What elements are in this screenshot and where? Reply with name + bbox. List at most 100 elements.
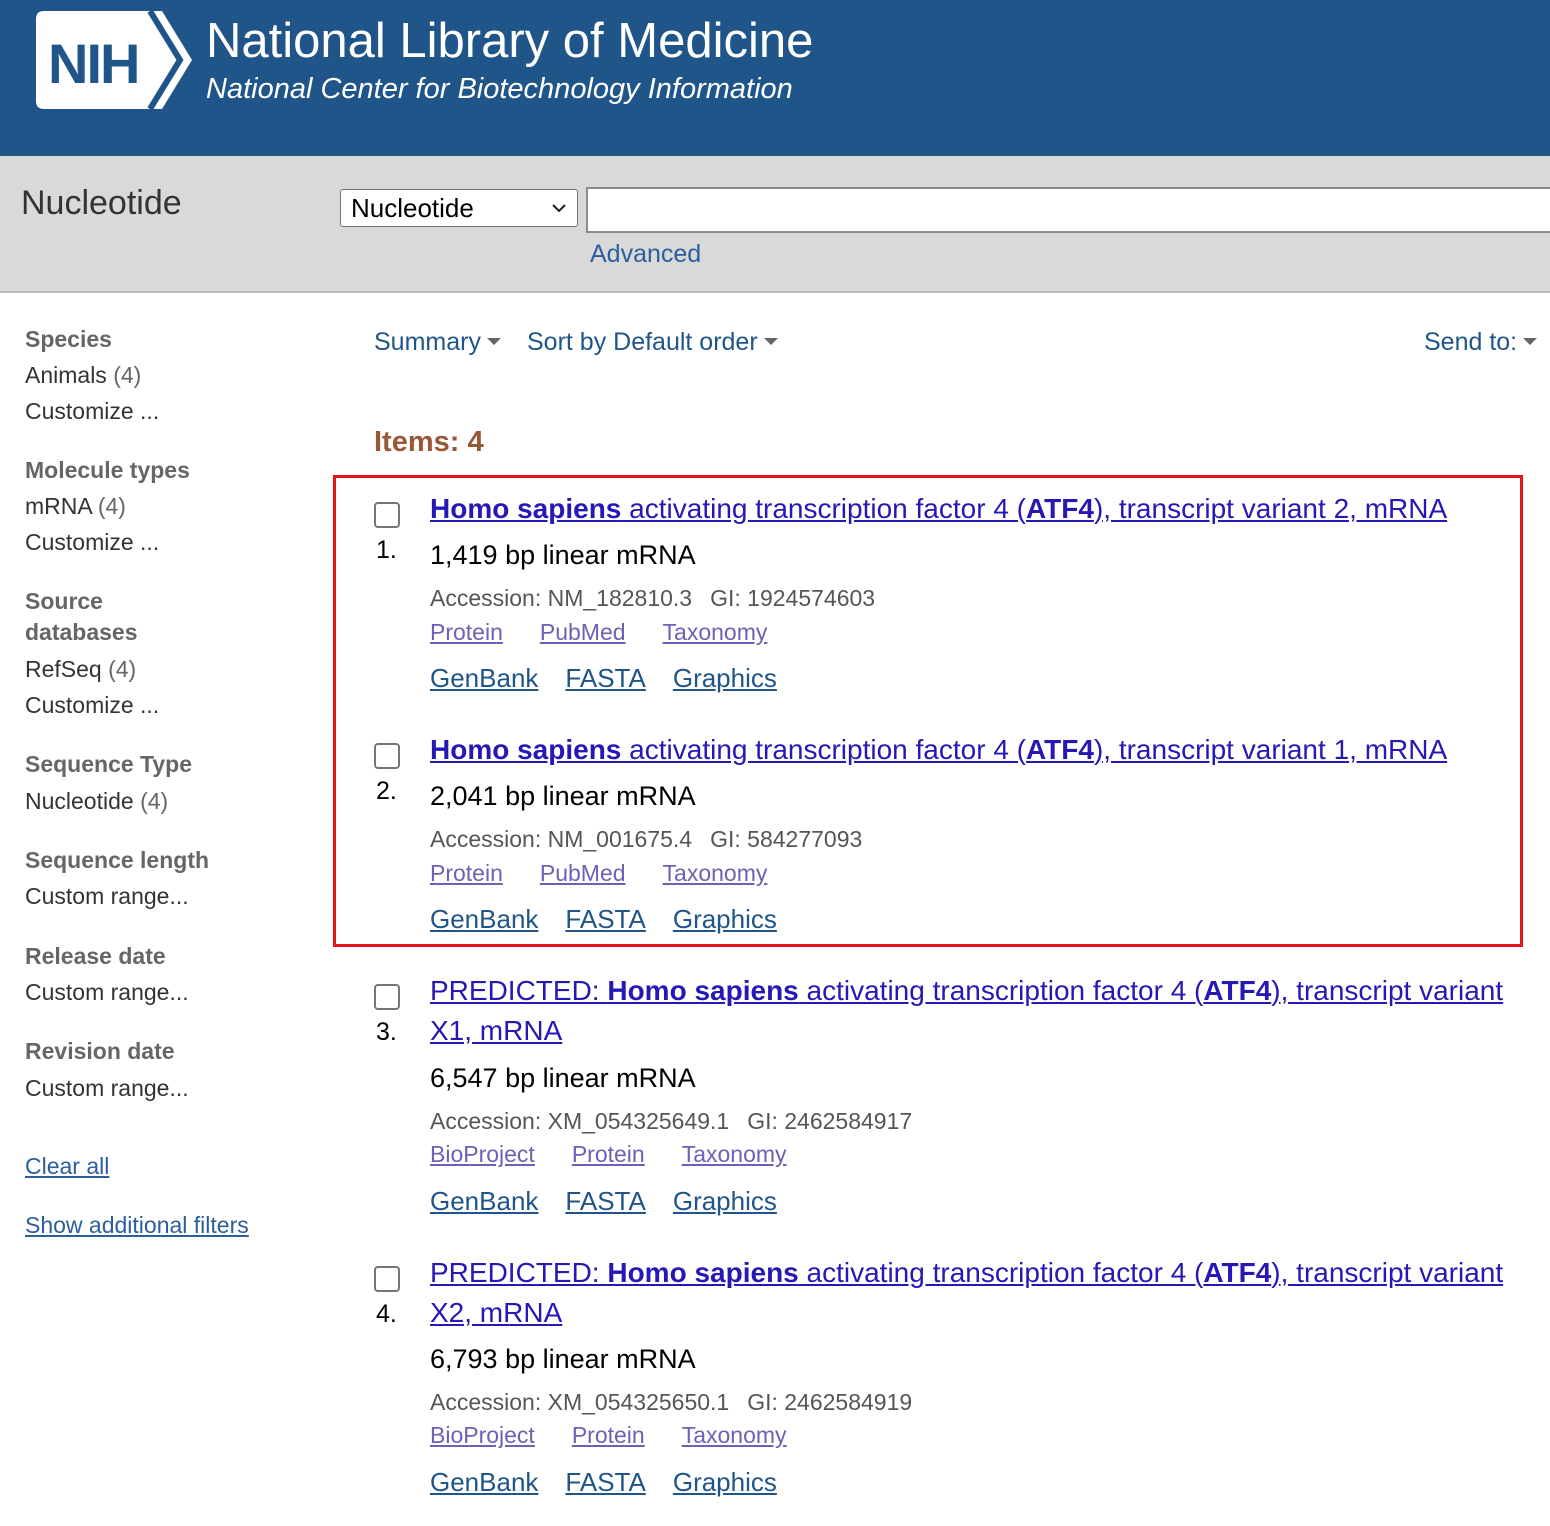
result-title-link[interactable]: Homo sapiens activating transcription fa… — [430, 489, 1545, 529]
related-links: Protein PubMed Taxonomy — [430, 860, 804, 887]
result-title-link[interactable]: Homo sapiens activating transcription fa… — [430, 730, 1545, 770]
link-pubmed[interactable]: PubMed — [540, 860, 626, 886]
show-additional-filters-link[interactable]: Show additional filters — [25, 1210, 249, 1241]
filter-count: (4) — [113, 362, 142, 388]
link-fasta[interactable]: FASTA — [565, 1186, 645, 1216]
caret-down-icon — [763, 337, 778, 345]
result-accession: Accession: XM_054325650.1 GI: 2462584919 — [430, 1389, 912, 1416]
link-protein[interactable]: Protein — [572, 1422, 645, 1448]
result-accession: Accession: NM_182810.3 GI: 1924574603 — [430, 585, 875, 612]
custom-range-revision-date[interactable]: Custom range... — [25, 1073, 189, 1104]
send-to-label: Send to: — [1424, 328, 1518, 356]
items-count: Items: 4 — [374, 426, 484, 458]
nih-logo-text: NIH — [48, 32, 138, 95]
filter-heading-revision-date: Revision date — [25, 1038, 175, 1064]
search-bar: Nucleotide Nucleotide Advanced — [0, 156, 1550, 293]
result-title-link[interactable]: PREDICTED: Homo sapiens activating trans… — [430, 971, 1545, 1051]
summary-format-dropdown[interactable]: Summary — [374, 326, 501, 358]
link-genbank[interactable]: GenBank — [430, 663, 538, 693]
result-title-link[interactable]: PREDICTED: Homo sapiens activating trans… — [430, 1253, 1545, 1333]
filter-heading-release-date: Release date — [25, 943, 166, 969]
link-graphics[interactable]: Graphics — [673, 1186, 777, 1216]
filter-item-mrna[interactable]: mRNA (4) — [25, 491, 126, 522]
org-title: National Library of Medicine — [206, 14, 814, 68]
title-gene: ATF4 — [1203, 1257, 1272, 1288]
database-select[interactable]: Nucleotide — [340, 189, 578, 227]
link-graphics[interactable]: Graphics — [673, 904, 777, 934]
org-subtitle: National Center for Biotechnology Inform… — [206, 73, 793, 105]
format-links: GenBank FASTA Graphics — [430, 663, 804, 694]
title-text: activating transcription factor 4 ( — [798, 1257, 1204, 1288]
link-bioproject[interactable]: BioProject — [430, 1422, 535, 1448]
link-fasta[interactable]: FASTA — [565, 1467, 645, 1497]
title-prefix: PREDICTED: — [430, 975, 608, 1006]
format-links: GenBank FASTA Graphics — [430, 904, 804, 935]
sort-order-dropdown[interactable]: Sort by Default order — [527, 326, 778, 358]
filter-item-nucleotide[interactable]: Nucleotide (4) — [25, 786, 168, 817]
gi-number: GI: 1924574603 — [710, 585, 876, 611]
custom-range-release-date[interactable]: Custom range... — [25, 977, 189, 1008]
title-gene: ATF4 — [1026, 493, 1094, 524]
filter-heading-databases: databases — [25, 619, 138, 645]
result-number: 2. — [376, 777, 397, 805]
filter-heading-molecule-types: Molecule types — [25, 457, 190, 483]
link-pubmed[interactable]: PubMed — [540, 619, 626, 645]
link-taxonomy[interactable]: Taxonomy — [682, 1422, 787, 1448]
database-title: Nucleotide — [21, 184, 182, 222]
title-species: Homo sapiens — [607, 1257, 799, 1288]
search-input[interactable] — [586, 187, 1550, 233]
link-protein[interactable]: Protein — [430, 860, 503, 886]
accession-number: Accession: NM_001675.4 — [430, 826, 693, 852]
filter-count: (4) — [97, 493, 126, 519]
customize-source-databases[interactable]: Customize ... — [25, 690, 159, 721]
filter-item-label: RefSeq — [25, 656, 102, 682]
gi-number: GI: 2462584917 — [747, 1108, 913, 1134]
link-protein[interactable]: Protein — [430, 619, 503, 645]
format-links: GenBank FASTA Graphics — [430, 1186, 804, 1217]
custom-range-sequence-length[interactable]: Custom range... — [25, 881, 189, 912]
filter-heading-species: Species — [25, 326, 112, 352]
related-links: BioProject Protein Taxonomy — [430, 1422, 824, 1449]
result-checkbox[interactable] — [374, 1266, 400, 1292]
filter-item-animals[interactable]: Animals (4) — [25, 360, 141, 391]
filter-item-refseq[interactable]: RefSeq (4) — [25, 654, 136, 685]
accession-number: Accession: XM_054325649.1 — [430, 1108, 730, 1134]
title-gene: ATF4 — [1203, 975, 1272, 1006]
format-links: GenBank FASTA Graphics — [430, 1467, 804, 1498]
result-description: 6,547 bp linear mRNA — [430, 1063, 696, 1093]
title-prefix: PREDICTED: — [430, 1257, 608, 1288]
link-bioproject[interactable]: BioProject — [430, 1141, 535, 1167]
result-checkbox[interactable] — [374, 502, 400, 528]
link-graphics[interactable]: Graphics — [673, 1467, 777, 1497]
result-checkbox[interactable] — [374, 984, 400, 1010]
title-text: activating transcription factor 4 ( — [798, 975, 1204, 1006]
send-to-dropdown[interactable]: Send to: — [1424, 326, 1538, 358]
result-number: 4. — [376, 1300, 397, 1328]
result-number: 3. — [376, 1018, 397, 1046]
result-checkbox[interactable] — [374, 743, 400, 769]
database-select-value: Nucleotide — [351, 193, 474, 223]
title-gene: ATF4 — [1026, 734, 1094, 765]
title-text: ), transcript variant 1, mRNA — [1093, 734, 1448, 765]
link-genbank[interactable]: GenBank — [430, 1467, 538, 1497]
advanced-search-link[interactable]: Advanced — [590, 240, 701, 269]
link-graphics[interactable]: Graphics — [673, 663, 777, 693]
link-taxonomy[interactable]: Taxonomy — [663, 860, 768, 886]
accession-number: Accession: XM_054325650.1 — [430, 1389, 730, 1415]
filter-heading-sequence-length: Sequence length — [25, 847, 210, 873]
customize-species[interactable]: Customize ... — [25, 396, 159, 427]
summary-label: Summary — [374, 328, 481, 356]
link-protein[interactable]: Protein — [572, 1141, 645, 1167]
link-fasta[interactable]: FASTA — [565, 663, 645, 693]
sort-label: Sort by Default order — [527, 328, 758, 356]
link-taxonomy[interactable]: Taxonomy — [682, 1141, 787, 1167]
title-text: ), transcript variant 2, mRNA — [1093, 493, 1448, 524]
result-accession: Accession: NM_001675.4 GI: 584277093 — [430, 826, 862, 853]
link-taxonomy[interactable]: Taxonomy — [663, 619, 768, 645]
nih-logo-icon[interactable]: NIH — [36, 11, 192, 109]
link-genbank[interactable]: GenBank — [430, 1186, 538, 1216]
clear-all-link[interactable]: Clear all — [25, 1151, 109, 1182]
customize-molecule-types[interactable]: Customize ... — [25, 527, 159, 558]
link-fasta[interactable]: FASTA — [565, 904, 645, 934]
link-genbank[interactable]: GenBank — [430, 904, 538, 934]
